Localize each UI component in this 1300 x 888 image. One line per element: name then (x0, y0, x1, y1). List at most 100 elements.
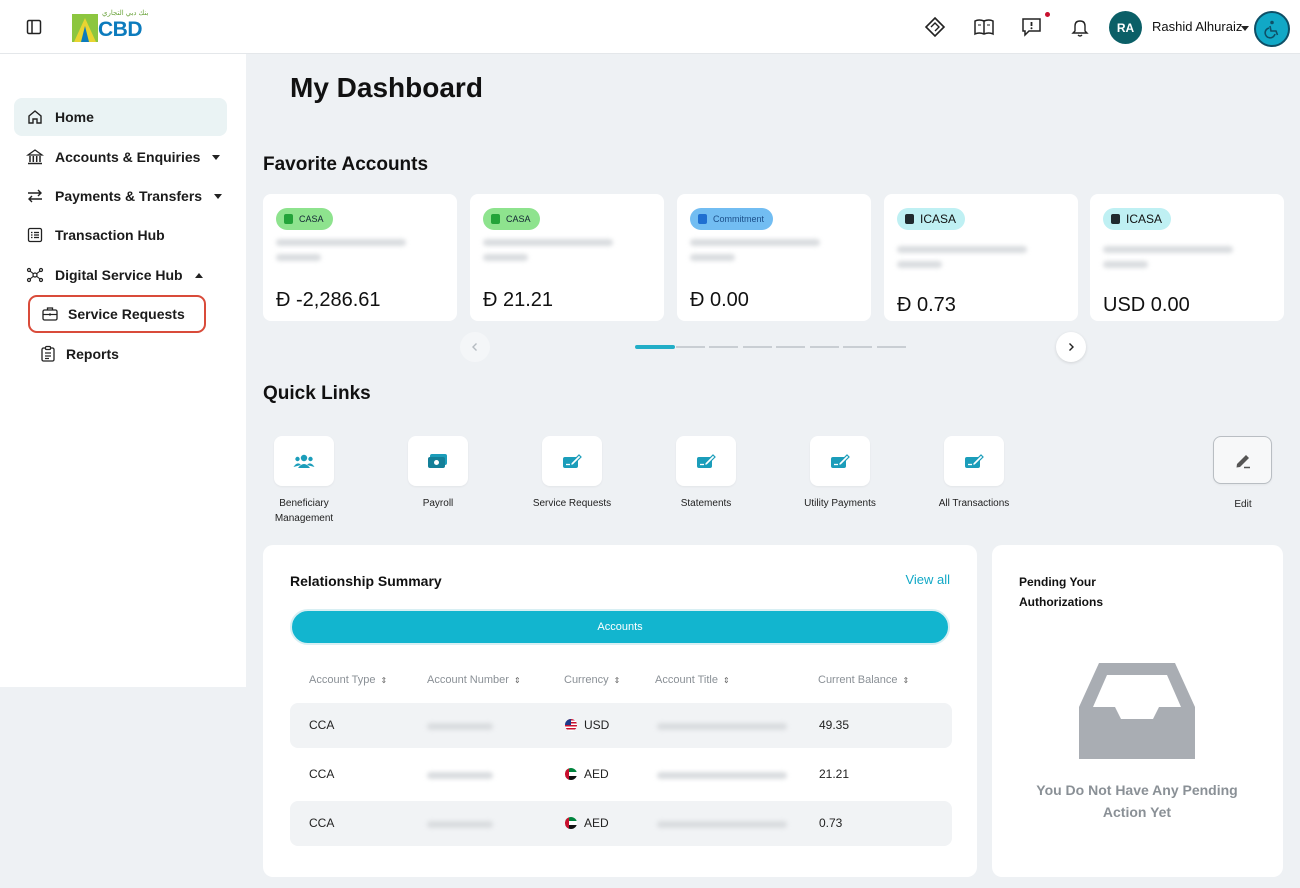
quick-link-label: Beneficiary Management (274, 498, 334, 524)
logo-text: CBD (98, 18, 143, 41)
sidebar-item-label: Service Requests (68, 306, 185, 322)
quick-link-label: All Transactions (938, 498, 1010, 509)
column-header-account-number[interactable]: Account Number ⇕ (427, 674, 521, 686)
quick-links-title: Quick Links (263, 383, 371, 404)
sidebar-item-payments-transfers[interactable]: Payments & Transfers (14, 177, 227, 215)
quick-link-label: Utility Payments (804, 498, 876, 509)
carousel-indicator[interactable] (810, 346, 839, 348)
sidebar-item-home[interactable]: Home (14, 98, 227, 136)
carousel-next-button[interactable] (1056, 332, 1086, 362)
database-icon (905, 214, 914, 224)
quick-link-button[interactable] (676, 436, 736, 486)
blurred-account-title (657, 772, 787, 779)
carousel-indicator[interactable] (877, 346, 906, 348)
pencil-icon (1236, 455, 1250, 469)
sidebar-item-label: Home (55, 109, 94, 125)
chevron-down-icon[interactable] (1241, 26, 1249, 31)
relationship-summary-title: Relationship Summary (290, 573, 442, 589)
account-type-badge: ICASA (897, 208, 966, 230)
blurred-account-number (427, 821, 493, 828)
table-row[interactable]: CCA AED 21.21 (290, 752, 952, 797)
sidebar-item-label: Digital Service Hub (55, 267, 183, 283)
sidebar-item-label: Transaction Hub (55, 227, 165, 243)
cell-account-type: CCA (309, 767, 335, 781)
quick-link-button[interactable] (810, 436, 870, 486)
account-card[interactable]: CASA Ð 21.21 (470, 194, 664, 321)
account-card[interactable]: CASA Ð -2,286.61 (263, 194, 457, 321)
blurred-account-title (897, 246, 1027, 253)
blurred-account-title (690, 254, 735, 261)
account-type-badge: CASA (483, 208, 540, 230)
accessibility-button[interactable] (1254, 11, 1290, 47)
cell-account-type: CCA (309, 718, 335, 732)
empty-state-message: You Do Not Have Any Pending Action Yet (1036, 782, 1238, 820)
account-card[interactable]: Commitment Ð 0.00 (677, 194, 871, 321)
chevron-down-icon (214, 193, 223, 199)
account-balance: Ð 0.00 (690, 289, 749, 311)
bell-icon[interactable] (1069, 16, 1091, 38)
cell-current-balance: 21.21 (819, 767, 850, 781)
table-row[interactable]: CCA AED 0.73 (290, 801, 952, 846)
account-balance: Ð 0.73 (897, 294, 956, 316)
table-row[interactable]: CCA USD 49.35 (290, 703, 952, 748)
carousel-indicator-active[interactable] (635, 345, 675, 349)
edit-doc-icon (697, 454, 716, 468)
blurred-account-title (657, 821, 787, 828)
sidebar-item-label: Accounts & Enquiries (55, 149, 201, 165)
edit-quick-links-button[interactable] (1213, 436, 1272, 484)
feedback-icon[interactable] (1021, 16, 1043, 38)
chevron-down-icon (212, 154, 221, 160)
sidebar-toggle-icon[interactable] (26, 19, 42, 35)
quick-link-button[interactable] (408, 436, 468, 486)
carousel-indicator[interactable] (843, 346, 872, 348)
book-icon[interactable] (973, 16, 995, 38)
bank-icon (26, 148, 44, 166)
carousel-indicator[interactable] (676, 346, 705, 348)
column-header-account-title[interactable]: Account Title ⇕ (655, 674, 730, 686)
sidebar-subitem-reports[interactable]: Reports (28, 335, 119, 373)
clipboard-icon (39, 345, 57, 363)
carousel-indicator[interactable] (776, 346, 805, 348)
handshake-icon[interactable] (924, 16, 946, 38)
payroll-icon (428, 454, 447, 468)
quick-link-button[interactable] (274, 436, 334, 486)
cell-account-type: CCA (309, 816, 335, 830)
blurred-account-number (427, 772, 493, 779)
quick-link-label: Statements (680, 498, 732, 509)
sort-icon: ⇕ (613, 676, 621, 685)
inbox-empty-icon (1077, 661, 1197, 761)
carousel-prev-button[interactable] (460, 332, 490, 362)
quick-link-button[interactable] (542, 436, 602, 486)
column-header-currency[interactable]: Currency ⇕ (564, 674, 620, 686)
column-header-current-balance[interactable]: Current Balance ⇕ (818, 674, 909, 686)
account-card[interactable]: ICASA USD 0.00 (1090, 194, 1284, 321)
avatar[interactable]: RA (1109, 11, 1142, 44)
carousel-indicator[interactable] (709, 346, 738, 348)
edit-doc-icon (563, 454, 582, 468)
sort-icon: ⇕ (380, 676, 388, 685)
column-header-account-type[interactable]: Account Type ⇕ (309, 674, 387, 686)
user-name[interactable]: Rashid Alhuraiz (1152, 19, 1242, 34)
blurred-account-title (1103, 246, 1233, 253)
blurred-account-title (1103, 261, 1148, 268)
users-icon (293, 454, 315, 468)
sidebar-item-accounts-enquiries[interactable]: Accounts & Enquiries (14, 138, 227, 176)
sidebar-item-transaction-hub[interactable]: Transaction Hub (14, 216, 227, 254)
quick-link-button[interactable] (944, 436, 1004, 486)
account-balance: Ð -2,286.61 (276, 289, 381, 311)
list-icon (26, 226, 44, 244)
briefcase-icon (41, 305, 59, 323)
tab-accounts[interactable]: Accounts (290, 609, 950, 645)
quick-link-label: Edit (1234, 499, 1252, 510)
sidebar-item-digital-service-hub[interactable]: Digital Service Hub (14, 256, 227, 294)
database-icon (284, 214, 293, 224)
cbd-logo[interactable]: بنك دبي التجاري CBD (72, 10, 156, 42)
cell-current-balance: 49.35 (819, 718, 850, 732)
account-type-badge: ICASA (1103, 208, 1172, 230)
sidebar-subitem-service-requests[interactable]: Service Requests (28, 295, 206, 333)
favorite-accounts-title: Favorite Accounts (263, 154, 429, 175)
view-all-link[interactable]: View all (905, 572, 950, 587)
account-card[interactable]: ICASA Ð 0.73 (884, 194, 1078, 321)
carousel-indicator[interactable] (743, 346, 772, 348)
network-icon (26, 266, 44, 284)
